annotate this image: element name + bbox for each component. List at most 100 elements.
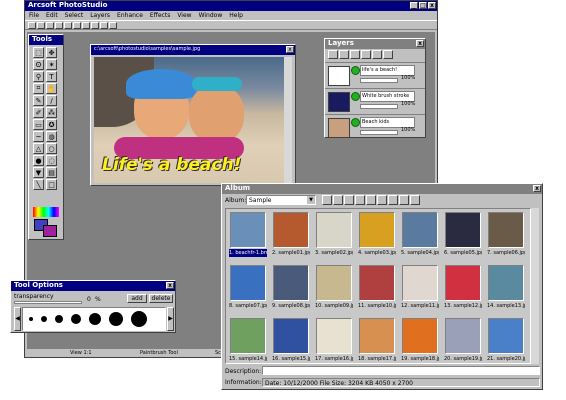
close-icon[interactable]: x bbox=[533, 185, 541, 192]
magic-wand-icon[interactable]: ✶ bbox=[46, 59, 57, 70]
cut-icon[interactable] bbox=[64, 22, 72, 29]
open-icon[interactable] bbox=[37, 22, 45, 29]
album-thumbnail[interactable]: 7. sample06.jpg bbox=[487, 211, 525, 259]
sharpen-icon[interactable]: △ bbox=[33, 143, 44, 154]
menu-item-layers[interactable]: Layers bbox=[90, 12, 110, 19]
gradient-icon[interactable]: ▤ bbox=[46, 167, 57, 178]
undo-icon[interactable] bbox=[91, 22, 99, 29]
album-thumbnail[interactable]: 4. sample03.jpg bbox=[358, 211, 396, 259]
pencil-icon[interactable]: / bbox=[46, 95, 57, 106]
text-icon[interactable]: T bbox=[46, 71, 57, 82]
minimize-icon[interactable]: _ bbox=[410, 2, 418, 9]
close-icon[interactable]: x bbox=[416, 40, 424, 47]
hand-icon[interactable]: ✋ bbox=[46, 83, 57, 94]
album-thumbnail[interactable]: 20. sample19.jpg bbox=[444, 317, 482, 363]
layer-properties-icon[interactable] bbox=[361, 50, 371, 59]
scroll-left-icon[interactable]: ◀ bbox=[14, 307, 21, 331]
brush-size-option[interactable] bbox=[131, 311, 147, 327]
menu-item-window[interactable]: Window bbox=[199, 12, 223, 19]
album-vscroll[interactable] bbox=[531, 208, 539, 364]
zoom-out-icon[interactable] bbox=[109, 22, 117, 29]
album-thumbnail[interactable]: 12. sample11.jpg bbox=[401, 264, 439, 312]
album-thumbnail[interactable]: 9. sample08.jpg bbox=[272, 264, 310, 312]
layer-opacity-slider[interactable] bbox=[360, 78, 398, 83]
fill-icon[interactable]: ▼ bbox=[33, 167, 44, 178]
brush-size-option[interactable] bbox=[29, 317, 33, 321]
album-thumbnail[interactable]: 13. sample12.jpg bbox=[444, 264, 482, 312]
layer-row[interactable]: life's a beach! 100% bbox=[325, 62, 425, 88]
album-email-icon[interactable] bbox=[399, 195, 409, 205]
airbrush-icon[interactable]: ⁂ bbox=[46, 107, 57, 118]
crop-icon[interactable]: ⌗ bbox=[33, 83, 44, 94]
album-thumbnail[interactable]: 6. sample05.jpg bbox=[444, 211, 482, 259]
color-palette[interactable] bbox=[33, 207, 59, 217]
transparency-slider[interactable] bbox=[14, 301, 82, 304]
scroll-right-icon[interactable]: ▶ bbox=[167, 307, 174, 331]
line-icon[interactable]: ╲ bbox=[33, 179, 44, 190]
move-icon[interactable]: ✥ bbox=[46, 47, 57, 58]
layer-row[interactable]: Beach kids 100% bbox=[325, 114, 425, 140]
album-thumbnail[interactable]: 14. sample13.jpg bbox=[487, 264, 525, 312]
brush-size-option[interactable] bbox=[41, 316, 47, 322]
menu-item-effects[interactable]: Effects bbox=[150, 12, 170, 19]
album-thumbnail[interactable]: 16. sample15.jpg bbox=[272, 317, 310, 363]
album-thumbnail[interactable]: 18. sample17.jpg bbox=[358, 317, 396, 363]
shape-icon[interactable]: □ bbox=[46, 179, 57, 190]
album-new-icon[interactable] bbox=[322, 195, 332, 205]
album-sort-icon[interactable] bbox=[366, 195, 376, 205]
menu-item-enhance[interactable]: Enhance bbox=[117, 12, 143, 19]
add-button[interactable]: add bbox=[127, 294, 147, 303]
eraser-icon[interactable]: ▭ bbox=[33, 119, 44, 130]
album-thumbnail[interactable]: 15. sample14.jpg bbox=[229, 317, 267, 363]
description-field[interactable] bbox=[262, 366, 540, 375]
album-thumbnail[interactable]: 8. sample07.jpg bbox=[229, 264, 267, 312]
album-thumbnail[interactable]: 17. sample16.jpg bbox=[315, 317, 353, 363]
image-vscroll[interactable] bbox=[284, 57, 292, 183]
copy-icon[interactable] bbox=[73, 22, 81, 29]
menu-item-select[interactable]: Select bbox=[65, 12, 84, 19]
close-icon[interactable]: x bbox=[166, 282, 174, 289]
burn-icon[interactable]: ● bbox=[33, 155, 44, 166]
layer-row[interactable]: White brush stroke 100% bbox=[325, 88, 425, 114]
visibility-icon[interactable] bbox=[351, 92, 360, 101]
album-thumbnail[interactable]: 3. sample02.jpg bbox=[315, 211, 353, 259]
trash-icon[interactable] bbox=[383, 50, 393, 59]
visibility-icon[interactable] bbox=[351, 66, 360, 75]
album-thumbnail[interactable]: 11. sample10.jpg bbox=[358, 264, 396, 312]
save-icon[interactable] bbox=[46, 22, 54, 29]
select-rect-icon[interactable]: ⬚ bbox=[33, 47, 44, 58]
background-color-swatch[interactable] bbox=[43, 225, 57, 237]
brush-size-option[interactable] bbox=[89, 313, 101, 325]
album-thumbnail[interactable]: 21. sample20.jpg bbox=[487, 317, 525, 363]
album-thumbnail[interactable]: 1. beachfr-1.bmp bbox=[229, 211, 267, 259]
sponge-icon[interactable]: ◌ bbox=[46, 155, 57, 166]
new-layer-icon[interactable] bbox=[328, 50, 338, 59]
paintbrush-icon[interactable]: ✐ bbox=[33, 107, 44, 118]
brush-size-option[interactable] bbox=[55, 315, 63, 323]
maximize-icon[interactable]: □ bbox=[419, 2, 427, 9]
clone-icon[interactable]: ✪ bbox=[46, 119, 57, 130]
menu-item-help[interactable]: Help bbox=[229, 12, 243, 19]
close-icon[interactable]: x bbox=[428, 2, 436, 9]
eyedropper-icon[interactable]: ✎ bbox=[33, 95, 44, 106]
layer-opacity-slider[interactable] bbox=[360, 104, 398, 109]
album-thumbnail[interactable]: 5. sample04.jpg bbox=[401, 211, 439, 259]
zoom-in-icon[interactable] bbox=[100, 22, 108, 29]
smudge-icon[interactable]: ~ bbox=[33, 131, 44, 142]
zoom-icon[interactable]: ⚲ bbox=[33, 71, 44, 82]
image-canvas[interactable]: Life's a beach! bbox=[94, 57, 284, 183]
paste-icon[interactable] bbox=[82, 22, 90, 29]
album-thumbnail[interactable]: 19. sample18.jpg bbox=[401, 317, 439, 363]
dodge-icon[interactable]: ○ bbox=[46, 143, 57, 154]
brush-size-option[interactable] bbox=[71, 314, 81, 324]
duplicate-layer-icon[interactable] bbox=[339, 50, 349, 59]
delete-layer-icon[interactable] bbox=[372, 50, 382, 59]
lasso-icon[interactable]: ʘ bbox=[33, 59, 44, 70]
menu-item-file[interactable]: File bbox=[29, 12, 39, 19]
close-icon[interactable]: x bbox=[286, 46, 294, 53]
menu-item-view[interactable]: View bbox=[177, 12, 191, 19]
chevron-down-icon[interactable]: ▼ bbox=[307, 196, 315, 204]
visibility-icon[interactable] bbox=[351, 118, 360, 127]
album-open-icon[interactable] bbox=[333, 195, 343, 205]
album-thumbnail[interactable]: 10. sample09.jpg bbox=[315, 264, 353, 312]
